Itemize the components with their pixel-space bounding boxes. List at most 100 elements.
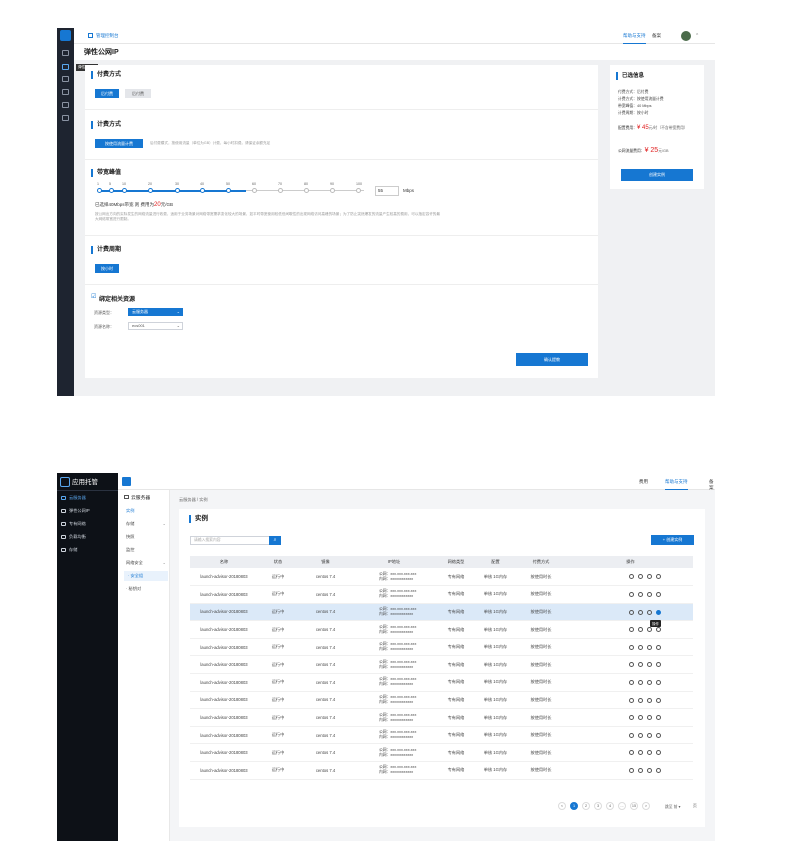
menu-icon-2[interactable]	[62, 64, 69, 70]
link-icon[interactable]	[629, 574, 634, 580]
create-instance-button[interactable]: + 创建实例	[651, 535, 694, 545]
slider-stop[interactable]	[356, 188, 361, 193]
nav-item[interactable]: 专有网络	[61, 519, 114, 529]
delete-icon[interactable]	[656, 750, 661, 756]
info-icon[interactable]	[638, 627, 643, 633]
bandwidth-input[interactable]: 55	[375, 186, 399, 196]
slider-stop[interactable]	[148, 188, 153, 193]
menu-icon-1[interactable]	[62, 50, 69, 56]
delete-icon[interactable]	[656, 662, 661, 668]
page-button[interactable]: <	[558, 802, 566, 810]
page-button[interactable]: >	[642, 802, 650, 810]
fee-link[interactable]: 费用	[639, 479, 648, 485]
slider-stop[interactable]	[122, 188, 127, 193]
slider-stop[interactable]	[304, 188, 309, 193]
delete-icon[interactable]	[656, 715, 661, 721]
nav-item[interactable]: 云服务器	[61, 493, 114, 503]
info-icon[interactable]	[638, 662, 643, 668]
backup-link[interactable]: 备案	[709, 479, 715, 491]
resource-type-select[interactable]: 云服务器 ⌄	[128, 308, 183, 316]
link-icon[interactable]	[629, 732, 634, 738]
settings-icon[interactable]	[647, 697, 652, 703]
delete-icon[interactable]	[656, 574, 661, 580]
resource-name-select[interactable]: ecs001 ⌄	[128, 322, 183, 330]
link-icon[interactable]	[629, 592, 634, 598]
settings-icon[interactable]	[647, 574, 652, 580]
table-row[interactable]: launch-advisor-20180803 运行中 centos 7.4 公网：x…	[190, 655, 693, 675]
subnav-item[interactable]: 实例	[126, 506, 170, 516]
payment-option-postpaid[interactable]: 后付费	[95, 89, 119, 98]
period-option-hourly[interactable]: 按小时	[95, 264, 119, 273]
slider-stop[interactable]	[252, 188, 257, 193]
info-icon[interactable]	[638, 715, 643, 721]
table-row[interactable]: launch-advisor-20180803 运行中 centos 7.4 公网：x…	[190, 568, 693, 587]
table-row[interactable]: launch-advisor-20180803 运行中 centos 7.4 公网：x…	[190, 585, 693, 604]
slider-stop[interactable]	[109, 188, 114, 193]
menu-icon-4[interactable]	[62, 89, 69, 95]
delete-icon[interactable]	[656, 680, 661, 686]
goto-page[interactable]: 跳至 前 ▾	[665, 804, 680, 810]
backup-link[interactable]: 备案	[652, 33, 661, 39]
delete-icon[interactable]	[656, 732, 661, 738]
link-icon[interactable]	[629, 750, 634, 756]
create-instance-button[interactable]: 创建实例	[621, 169, 693, 181]
info-icon[interactable]	[638, 574, 643, 580]
link-icon[interactable]	[629, 697, 634, 703]
chevron-down-icon[interactable]: ⌃	[695, 33, 699, 39]
info-icon[interactable]	[638, 680, 643, 686]
nav-item[interactable]: 负载均衡	[61, 532, 114, 542]
avatar[interactable]	[681, 31, 691, 41]
delete-icon[interactable]	[656, 768, 661, 774]
subnav-item[interactable]: 存储 ⌄	[126, 519, 170, 529]
slider-stop[interactable]	[278, 188, 283, 193]
subnav-item[interactable]: 网络安全 ⌄	[126, 558, 170, 568]
page-button[interactable]: 3	[594, 802, 602, 810]
table-row[interactable]: launch-advisor-20180803 运行中 centos 7.4 公网：x…	[190, 708, 693, 727]
link-icon[interactable]	[629, 715, 634, 721]
settings-icon[interactable]	[647, 715, 652, 721]
table-row[interactable]: launch-advisor-20180803 运行中 centos 7.4 公网：x…	[190, 726, 693, 745]
slider-stop[interactable]	[175, 188, 180, 193]
nav-item[interactable]: 弹性公网IP	[61, 506, 114, 516]
settings-icon[interactable]	[647, 644, 652, 650]
slider-stop[interactable]	[97, 188, 102, 193]
help-link[interactable]: 帮助与支持	[623, 33, 646, 44]
subnav-item[interactable]: · 安全组	[124, 571, 168, 581]
table-row[interactable]: launch-advisor-20180803 运行中 centos 7.4 公网：x…	[190, 673, 693, 692]
table-row[interactable]: launch-advisor-20180803 运行中 centos 7.4 公网：x…	[190, 638, 693, 657]
info-icon[interactable]	[638, 609, 643, 615]
menu-icon-3[interactable]	[62, 76, 69, 82]
link-icon[interactable]	[629, 627, 634, 633]
table-row[interactable]: launch-advisor-20180803 运行中 centos 7.4 公网：x…	[190, 761, 693, 780]
bind-checkbox[interactable]: ☑	[91, 293, 96, 300]
slider-stop[interactable]	[226, 188, 231, 193]
settings-icon[interactable]	[647, 592, 652, 598]
settings-icon[interactable]	[647, 627, 652, 633]
info-icon[interactable]	[638, 644, 643, 650]
settings-icon[interactable]	[647, 750, 652, 756]
delete-icon[interactable]	[656, 697, 661, 703]
page-button[interactable]: 15	[630, 802, 638, 810]
link-icon[interactable]	[629, 768, 634, 774]
menu-icon-5[interactable]	[62, 102, 69, 108]
table-row[interactable]: launch-advisor-20180803 运行中 centos 7.4 公网：x…	[190, 743, 693, 763]
page-button[interactable]: 2	[582, 802, 590, 810]
link-icon[interactable]	[629, 662, 634, 668]
console-link[interactable]: 管理控制台	[96, 33, 119, 39]
info-icon[interactable]	[638, 750, 643, 756]
search-input[interactable]: 请输入搜索内容	[190, 536, 270, 545]
slider-stop[interactable]	[330, 188, 335, 193]
confirm-button[interactable]: 确认提教	[516, 353, 588, 366]
page-button[interactable]: 1	[570, 802, 578, 810]
settings-icon[interactable]	[647, 609, 652, 615]
info-icon[interactable]	[638, 697, 643, 703]
table-row[interactable]: launch-advisor-20180803 运行中 centos 7.4 公网：x…	[190, 603, 693, 622]
delete-icon[interactable]	[656, 592, 661, 598]
settings-icon[interactable]	[647, 662, 652, 668]
table-row[interactable]: launch-advisor-20180803 运行中 centos 7.4 公网：x…	[190, 691, 693, 710]
link-icon[interactable]	[629, 609, 634, 615]
menu-toggle-icon[interactable]	[122, 477, 131, 486]
settings-icon[interactable]	[647, 732, 652, 738]
settings-icon[interactable]	[647, 680, 652, 686]
slider-stop[interactable]	[200, 188, 205, 193]
